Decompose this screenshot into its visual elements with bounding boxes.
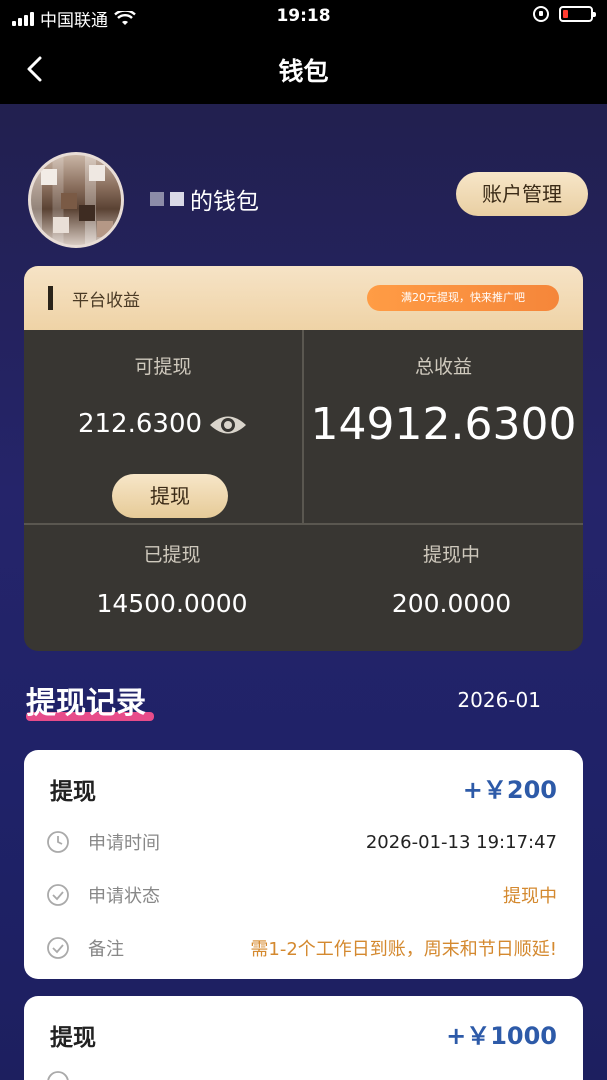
withdrawn-label: 已提现 — [143, 544, 201, 566]
clock-icon — [47, 831, 69, 853]
wallet-main: 的钱包 账户管理 平台收益 满20元提现，快来推广吧 可提现 212.6300 … — [0, 104, 607, 1080]
record-type: 提现 — [50, 779, 96, 805]
eye-icon[interactable] — [208, 412, 248, 438]
redacted-name-block — [170, 192, 184, 206]
total-earnings-label: 总收益 — [414, 356, 472, 378]
platform-earnings-label: 平台收益 — [72, 291, 140, 311]
pending-cell: 提现中 200.0000 — [320, 540, 583, 618]
clock-icon — [47, 1071, 69, 1080]
avatar — [28, 152, 124, 248]
records-title: 提现记录 — [26, 686, 146, 721]
promo-badge[interactable]: 满20元提现，快来推广吧 — [367, 285, 559, 311]
total-earnings-cell: 总收益 14912.6300 — [304, 352, 583, 450]
record-status-label: 申请状态 — [88, 886, 160, 907]
battery-icon — [559, 6, 596, 22]
record-time-label: 申请时间 — [88, 833, 160, 854]
record-status-row: 申请状态 提现中 — [46, 880, 557, 910]
record-note-value: 需1-2个工作日到账，周末和节日顺延! — [250, 939, 557, 960]
status-time: 19:18 — [276, 6, 331, 26]
status-bar: 中国联通 19:18 — [0, 0, 607, 34]
withdraw-button[interactable]: 提现 — [112, 474, 228, 518]
record-time-value: 2026-01-13 19:17:47 — [365, 831, 557, 853]
earnings-card-header: 平台收益 满20元提现，快来推广吧 — [24, 266, 583, 330]
account-management-button[interactable]: 账户管理 — [456, 172, 588, 216]
page-title: 钱包 — [278, 57, 329, 86]
month-selector[interactable]: 2026-01 — [457, 688, 541, 712]
withdrawable-row: 212.6300 — [24, 409, 302, 439]
withdrawn-value: 14500.0000 — [96, 589, 248, 618]
withdrawn-cell: 已提现 14500.0000 — [24, 540, 320, 618]
check-circle-icon — [47, 884, 69, 906]
pending-label: 提现中 — [422, 544, 480, 566]
record-card[interactable]: 提现 +￥200 申请时间 2026-01-13 19:17:47 申请状态 提… — [24, 750, 583, 979]
record-note-row: 备注 需1-2个工作日到账，周末和节日顺延! — [46, 933, 557, 963]
withdrawable-label: 可提现 — [134, 356, 192, 378]
header-accent-bar — [48, 286, 53, 310]
record-time-row: 申请时间 2026-01-13 19:17:47 — [46, 827, 557, 857]
records-title-wrap: 提现记录 — [26, 678, 166, 726]
record-amount: +￥1000 — [446, 1022, 557, 1050]
withdrawable-cell: 可提现 212.6300 — [24, 352, 302, 439]
record-card[interactable]: 提现 +￥1000 — [24, 996, 583, 1080]
status-right — [533, 6, 596, 22]
record-status-value: 提现中 — [503, 886, 557, 907]
redacted-name-block — [150, 192, 164, 206]
record-note-label: 备注 — [88, 939, 124, 960]
nav-bar: 钱包 — [0, 34, 607, 104]
pending-value: 200.0000 — [391, 589, 512, 618]
record-type: 提现 — [50, 1025, 96, 1051]
earnings-card: 平台收益 满20元提现，快来推广吧 可提现 212.6300 提现 总收益 14… — [24, 266, 583, 651]
profile-section: 的钱包 账户管理 — [28, 152, 588, 252]
check-circle-icon — [47, 937, 69, 959]
orientation-lock-icon — [533, 6, 549, 22]
record-amount: +￥200 — [462, 776, 557, 804]
withdrawable-value: 212.6300 — [77, 409, 203, 439]
wallet-owner-name: 的钱包 — [150, 182, 259, 216]
wallet-suffix: 的钱包 — [190, 189, 259, 215]
total-earnings-value: 14912.6300 — [310, 399, 577, 450]
card-divider-horizontal — [24, 523, 583, 525]
